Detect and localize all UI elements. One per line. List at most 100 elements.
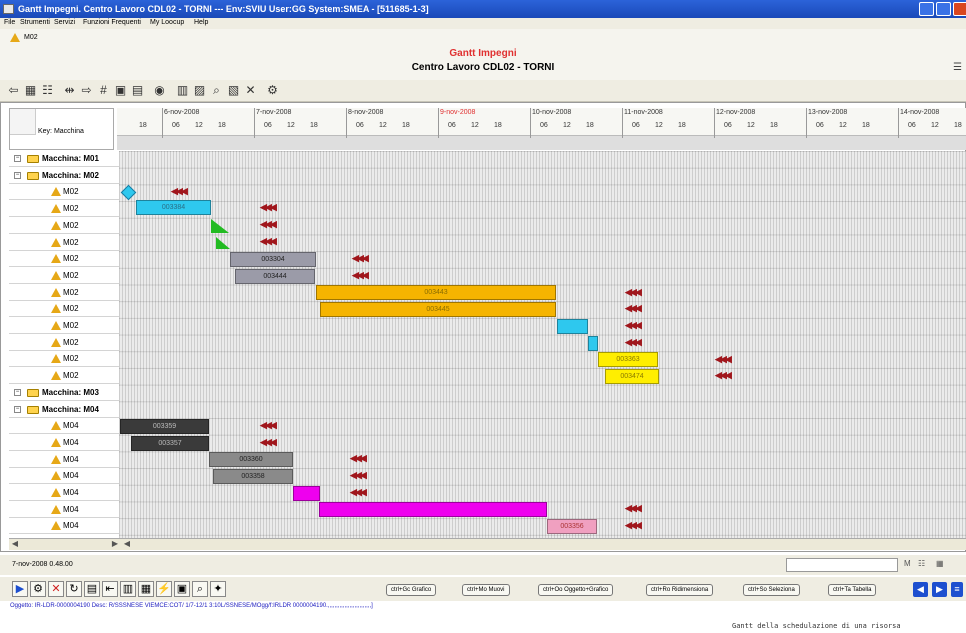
- columns-status-icon[interactable]: ☷: [918, 559, 925, 568]
- machine-row[interactable]: M04: [9, 418, 119, 435]
- menu-file[interactable]: File: [4, 19, 15, 26]
- machine-row[interactable]: M04: [9, 518, 119, 535]
- flow-icon[interactable]: ⚡: [156, 581, 172, 597]
- machine-row[interactable]: M02: [9, 318, 119, 334]
- task-bar[interactable]: [588, 336, 598, 351]
- filter-icon[interactable]: ▤: [130, 83, 145, 98]
- previous-icon[interactable]: ◀: [913, 582, 928, 597]
- menu-my-loocup[interactable]: My Loocup: [150, 19, 184, 26]
- arrow-right-icon[interactable]: ⇨: [79, 83, 94, 98]
- collapse-icon[interactable]: −: [14, 405, 21, 413]
- grid-icon[interactable]: ▦: [23, 83, 38, 98]
- group-row[interactable]: − Macchina: M04: [9, 402, 119, 418]
- machine-row[interactable]: M04: [9, 435, 119, 451]
- next-icon[interactable]: ▶: [932, 582, 947, 597]
- task-bar[interactable]: [557, 319, 588, 334]
- window-icon[interactable]: ▣: [113, 83, 128, 98]
- status-input[interactable]: [786, 558, 898, 572]
- machine-row[interactable]: M02: [9, 268, 119, 284]
- list-icon[interactable]: ▥: [175, 83, 190, 98]
- muovi-button[interactable]: ctrl+Mo Muovi: [462, 584, 510, 596]
- task-bar[interactable]: 003443: [316, 285, 556, 300]
- progress-triangle[interactable]: [211, 219, 229, 233]
- play-icon[interactable]: ▶: [12, 581, 28, 597]
- cancel-icon[interactable]: ✕: [48, 581, 64, 597]
- ridimensiona-button[interactable]: ctrl+Ro Ridimensiona: [646, 584, 714, 596]
- task-bar[interactable]: 003474: [605, 369, 659, 384]
- machine-row[interactable]: M02: [9, 351, 119, 368]
- collapse-icon[interactable]: −: [14, 388, 21, 396]
- machine-row[interactable]: M04: [9, 485, 119, 501]
- menu-strumenti[interactable]: Strumenti: [20, 19, 50, 26]
- maximize-button[interactable]: [936, 2, 951, 16]
- machine-row[interactable]: M02: [9, 218, 119, 234]
- close-button[interactable]: [953, 2, 966, 16]
- menu-help[interactable]: Help: [194, 19, 208, 26]
- machine-row[interactable]: M02: [9, 301, 119, 318]
- grafico-button[interactable]: ctrl+Gc Grafico: [386, 584, 437, 596]
- scroll-left-icon[interactable]: ◀: [9, 539, 21, 550]
- document-icon[interactable]: ▤: [84, 581, 100, 597]
- machine-row[interactable]: M02: [9, 285, 119, 301]
- scroll-right-icon[interactable]: ▶: [109, 539, 121, 550]
- group-row[interactable]: − Macchina: M01: [9, 151, 119, 167]
- task-bar[interactable]: 003360: [209, 452, 293, 467]
- menu-icon[interactable]: ≡: [951, 582, 963, 597]
- filter-status-icon[interactable]: M: [904, 559, 911, 568]
- grid-status-icon[interactable]: ▦: [936, 559, 944, 568]
- task-bar[interactable]: 003356: [547, 519, 597, 534]
- task-bar[interactable]: 003358: [213, 469, 293, 484]
- task-bar[interactable]: 003359: [120, 419, 209, 434]
- table-icon[interactable]: ▣: [174, 581, 190, 597]
- collapse-icon[interactable]: −: [14, 171, 21, 179]
- arrow-left-icon[interactable]: ⇦: [6, 83, 21, 98]
- menu-servizi[interactable]: Servizi: [54, 19, 75, 26]
- refresh-icon[interactable]: ↻: [66, 581, 82, 597]
- chart-icon[interactable]: ▦: [138, 581, 154, 597]
- export-icon[interactable]: ▥: [120, 581, 136, 597]
- task-bar[interactable]: 003357: [131, 436, 209, 451]
- zoom-icon[interactable]: ⌕: [192, 581, 208, 597]
- machine-row[interactable]: M02: [9, 251, 119, 268]
- task-bar[interactable]: 003444: [235, 269, 315, 284]
- oggetto-grafico-button[interactable]: ctrl+Oo Oggetto+Grafico: [538, 584, 614, 596]
- machine-row[interactable]: M02: [9, 335, 119, 351]
- menu-funzioni-frequenti[interactable]: Funzioni Frequenti: [83, 19, 141, 26]
- settings-icon[interactable]: ⚙: [265, 83, 280, 98]
- seleziona-button[interactable]: ctrl+So Seleziona: [743, 584, 800, 596]
- star-icon[interactable]: ✦: [210, 581, 226, 597]
- task-bar[interactable]: [319, 502, 547, 517]
- hash-icon[interactable]: #: [96, 83, 111, 98]
- machine-row[interactable]: M04: [9, 468, 119, 485]
- machine-row[interactable]: M02: [9, 235, 119, 251]
- tools-icon[interactable]: ✕: [243, 83, 258, 98]
- group-row[interactable]: − Macchina: M03: [9, 385, 119, 401]
- machine-row[interactable]: M02: [9, 201, 119, 218]
- machine-row[interactable]: M02: [9, 184, 119, 201]
- machine-row[interactable]: M02: [9, 368, 119, 385]
- layout-icon[interactable]: ☰: [953, 62, 962, 73]
- wrench-icon[interactable]: ⚙: [30, 581, 46, 597]
- collapse-icon[interactable]: −: [14, 155, 21, 162]
- progress-triangle[interactable]: [216, 237, 230, 249]
- task-bar[interactable]: 003363: [598, 352, 658, 367]
- task-bar[interactable]: [293, 486, 320, 501]
- machine-row[interactable]: M04: [9, 452, 119, 468]
- task-bar[interactable]: 003304: [230, 252, 316, 267]
- scroll-left-icon[interactable]: ◀: [121, 539, 133, 550]
- deadline-marker: ◀◀◀: [260, 437, 277, 447]
- task-bar[interactable]: 003445: [320, 302, 556, 317]
- task-bar[interactable]: 003384: [136, 200, 211, 215]
- machine-row[interactable]: M04: [9, 502, 119, 518]
- minimize-button[interactable]: [919, 2, 934, 16]
- horizontal-scrollbar[interactable]: ◀ ▶ ◀: [9, 538, 966, 550]
- search-icon[interactable]: ⌕: [209, 83, 224, 98]
- exit-icon[interactable]: ⇤: [102, 581, 118, 597]
- chart-icon[interactable]: ▨: [192, 83, 207, 98]
- expand-icon[interactable]: ⇹: [62, 83, 77, 98]
- columns-icon[interactable]: ☷: [40, 83, 55, 98]
- tabella-button[interactable]: ctrl+Ta Tabella: [828, 584, 877, 596]
- book-icon[interactable]: ▧: [226, 83, 241, 98]
- group-row[interactable]: − Macchina: M02: [9, 168, 119, 184]
- bucket-icon[interactable]: ◉: [152, 83, 167, 98]
